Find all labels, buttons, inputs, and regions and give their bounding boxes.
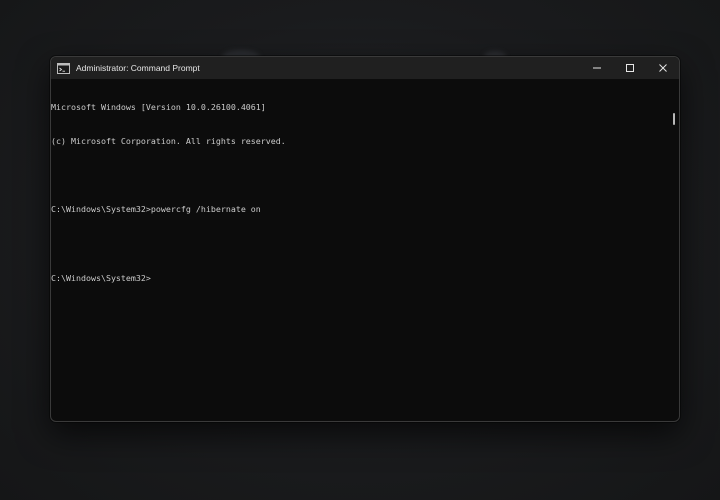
close-icon <box>658 63 668 73</box>
command-prompt-icon[interactable] <box>57 62 70 74</box>
console-prompt-line: C:\Windows\System32> <box>51 272 151 283</box>
console-text: Microsoft Windows [Version 10.0.26100.40… <box>51 79 667 307</box>
window-controls <box>580 57 679 79</box>
minimize-icon <box>592 63 602 73</box>
close-button[interactable] <box>646 57 679 79</box>
console-line: C:\Windows\System32>powercfg /hibernate … <box>51 204 261 215</box>
maximize-icon <box>625 63 635 73</box>
console-line: (c) Microsoft Corporation. All rights re… <box>51 136 286 147</box>
command-prompt-window: Administrator: Command Prompt Microsoft … <box>50 56 680 422</box>
minimize-button[interactable] <box>580 57 613 79</box>
title-bar[interactable]: Administrator: Command Prompt <box>51 57 679 79</box>
console-output[interactable]: Microsoft Windows [Version 10.0.26100.40… <box>51 79 679 421</box>
vertical-scrollbar-thumb[interactable] <box>673 113 675 125</box>
maximize-button[interactable] <box>613 57 646 79</box>
console-line: Microsoft Windows [Version 10.0.26100.40… <box>51 101 266 112</box>
window-title: Administrator: Command Prompt <box>76 63 200 73</box>
